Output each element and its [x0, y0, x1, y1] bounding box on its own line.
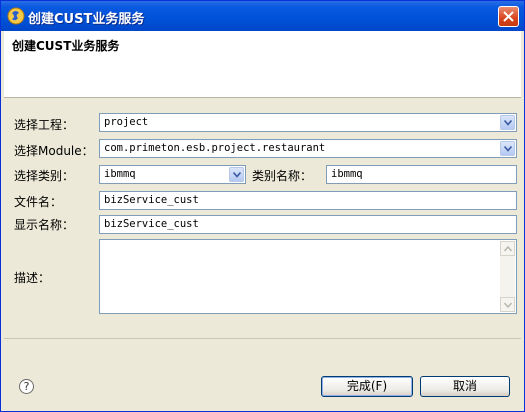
module-dropdown-button[interactable] — [500, 141, 515, 156]
chevron-down-icon — [233, 172, 241, 178]
project-value: project — [104, 116, 149, 128]
chevron-down-icon — [504, 120, 512, 126]
category-dropdown-button[interactable] — [229, 167, 244, 182]
app-logo-icon — [7, 7, 25, 25]
module-label: 选择Module： — [14, 144, 94, 158]
category-name-value: ibmmq — [331, 168, 363, 180]
scroll-down-button[interactable] — [500, 297, 515, 312]
project-select[interactable]: project — [99, 113, 517, 132]
chevron-down-icon — [504, 146, 512, 152]
description-scrollbar[interactable] — [500, 241, 515, 312]
dialog-window: 创建CUST业务服务 创建CUST业务服务 选择工程： project 选择Mo… — [0, 0, 525, 412]
cancel-button[interactable]: 取消 — [420, 376, 510, 397]
category-name-input[interactable]: ibmmq — [326, 165, 517, 184]
category-label: 选择类别： — [14, 169, 75, 183]
window-title: 创建CUST业务服务 — [28, 12, 145, 27]
module-select[interactable]: com.primeton.esb.project.restaurant — [99, 139, 517, 158]
page-title: 创建CUST业务服务 — [12, 39, 120, 53]
filename-label: 文件名： — [14, 195, 63, 209]
display-name-value: bizService_cust — [104, 218, 199, 230]
filename-input[interactable]: bizService_cust — [99, 191, 517, 210]
description-label: 描述： — [14, 271, 51, 285]
footer-separator — [4, 338, 521, 339]
close-button[interactable] — [498, 6, 519, 27]
category-select[interactable]: ibmmq — [99, 165, 246, 184]
display-name-input[interactable]: bizService_cust — [99, 215, 517, 234]
category-name-label: 类别名称： — [252, 169, 313, 183]
help-icon[interactable]: ? — [19, 379, 34, 394]
display-name-label: 显示名称： — [14, 218, 75, 232]
chevron-down-icon — [504, 302, 512, 308]
scroll-up-button[interactable] — [500, 241, 515, 256]
filename-value: bizService_cust — [104, 194, 199, 206]
title-bar[interactable]: 创建CUST业务服务 — [1, 1, 524, 31]
category-value: ibmmq — [104, 168, 136, 180]
project-label: 选择工程： — [14, 118, 75, 132]
project-dropdown-button[interactable] — [500, 115, 515, 130]
wizard-header: 创建CUST业务服务 — [4, 31, 521, 98]
finish-button[interactable]: 完成(F) — [321, 376, 413, 397]
chevron-up-icon — [504, 246, 512, 252]
description-textarea[interactable] — [99, 239, 517, 314]
close-icon — [503, 11, 514, 22]
module-value: com.primeton.esb.project.restaurant — [104, 142, 326, 154]
